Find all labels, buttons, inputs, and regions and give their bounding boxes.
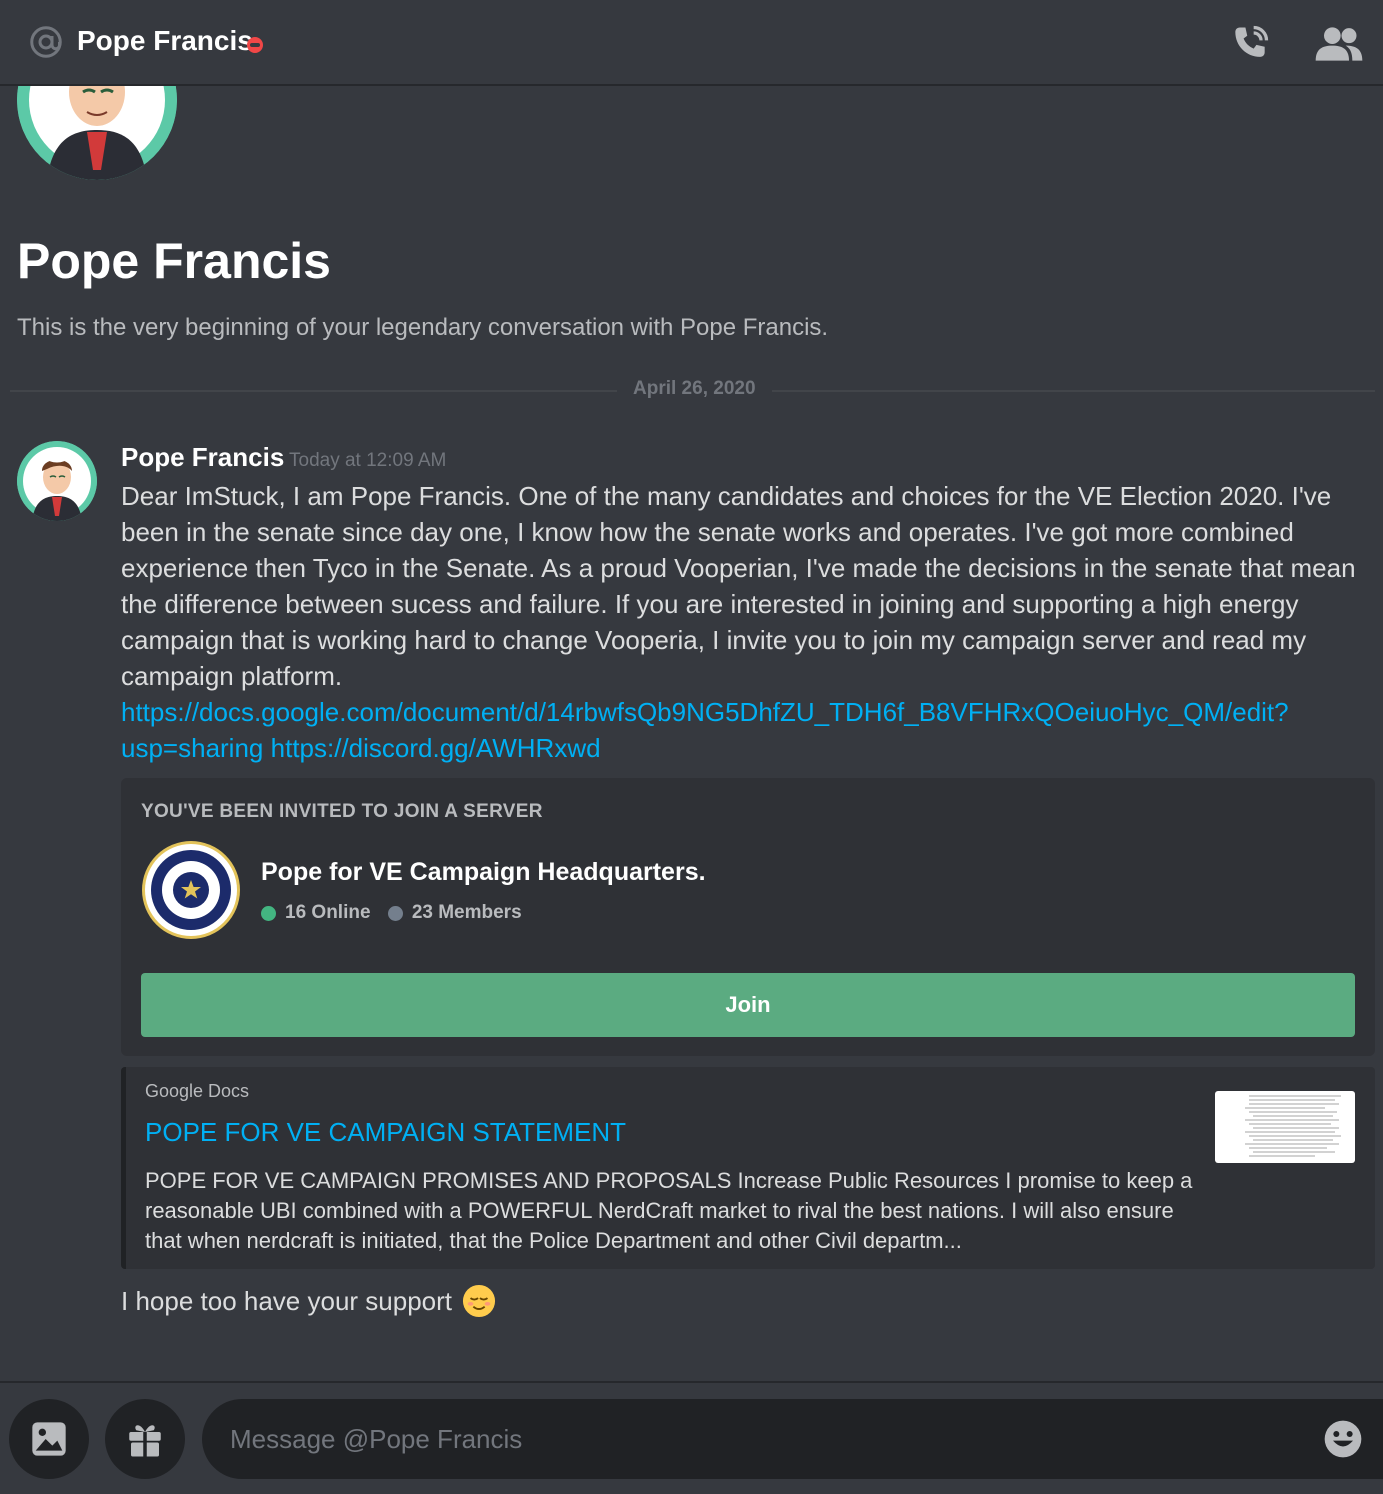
server-stats: 16 Online 23 Members [261,902,534,927]
channel-title: Pope Francis [77,25,253,56]
embed-title-link[interactable]: POPE FOR VE CAMPAIGN STATEMENT [145,1117,626,1148]
members-dot-icon [387,905,403,921]
message-composer: Message @Pope Francis [0,1381,1383,1494]
intro-avatar [17,86,177,180]
link-embed: Google Docs POPE FOR VE CAMPAIGN STATEME… [121,1067,1375,1269]
avatar-illustration [17,86,177,180]
emoji-icon[interactable] [1323,1419,1363,1459]
online-dot-icon [261,905,276,921]
message-text: Dear ImStuck, I am Pope Francis. One of … [121,481,1356,691]
document-preview-image [1245,1095,1341,1157]
followup-text: I hope too have your support [121,1285,453,1316]
member-count: 23 Members [387,902,522,924]
phone-call-icon[interactable] [1228,22,1272,66]
online-count: 16 Online [261,902,371,924]
dnd-status-icon [247,37,263,53]
message-list: Pope Francis This is the very beginning … [0,86,1383,1381]
at-icon [30,26,62,58]
message-avatar[interactable] [17,441,97,521]
online-count-label: 16 Online [285,902,371,923]
embed-description: POPE FOR VE CAMPAIGN PROMISES AND PROPOS… [145,1168,1193,1253]
image-upload-button[interactable] [9,1399,89,1479]
image-upload-icon [32,1422,66,1456]
message-timestamp: Today at 12:09 AM [289,450,447,471]
embed-provider: Google Docs [145,1081,250,1101]
date-divider-label: April 26, 2020 [617,378,772,400]
member-count-label: 23 Members [411,902,522,923]
intro-name: Pope Francis [17,233,331,289]
server-name: Pope for VE Campaign Headquarters. [261,858,706,886]
message-input[interactable]: Message @Pope Francis [202,1399,1383,1479]
message-content: Dear ImStuck, I am Pope Francis. One of … [121,478,1366,766]
gift-icon [129,1425,161,1457]
message-followup: I hope too have your support [121,1284,496,1318]
gift-button[interactable] [105,1399,185,1479]
server-icon [142,841,240,939]
message-author[interactable]: Pope Francis [121,442,284,473]
message-input-placeholder: Message @Pope Francis [230,1423,523,1454]
channel-header: Pope Francis [0,0,1383,86]
discord-invite-link[interactable]: https://discord.gg/AWHRxwd [271,733,601,763]
members-icon[interactable] [1314,24,1364,64]
avatar-illustration [17,441,97,521]
intro-text: This is the very beginning of your legen… [17,314,829,341]
server-invite-card: YOU'VE BEEN INVITED TO JOIN A SERVER Pop… [121,778,1375,1056]
invite-heading: YOU'VE BEEN INVITED TO JOIN A SERVER [141,801,543,822]
embed-thumbnail[interactable] [1215,1091,1355,1163]
relieved-face-emoji-icon [462,1284,496,1318]
join-button[interactable]: Join [141,973,1355,1037]
